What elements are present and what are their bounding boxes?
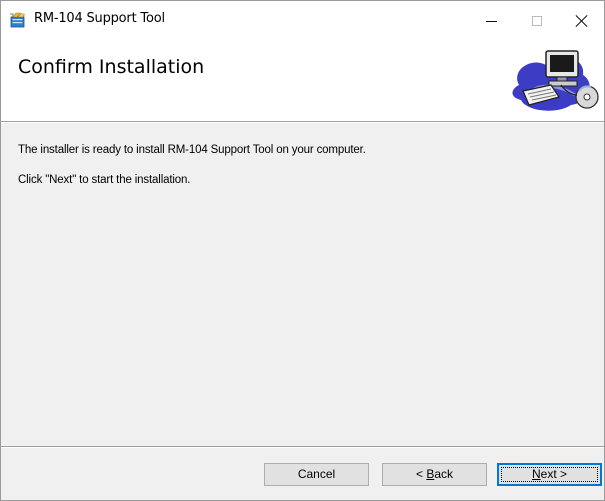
- back-button[interactable]: < Back: [382, 463, 487, 486]
- page-title: Confirm Installation: [18, 56, 205, 78]
- header-banner: Confirm Installation: [1, 41, 604, 121]
- installer-window: RM-104 Support Tool Confirm Installation: [0, 0, 605, 501]
- banner-divider-highlight: [1, 122, 604, 123]
- next-button[interactable]: Next >: [497, 463, 602, 486]
- maximize-icon: [531, 16, 542, 26]
- instruction-message: Click "Next" to start the installation.: [18, 174, 191, 186]
- footer-divider-highlight: [1, 447, 604, 448]
- minimize-icon: [486, 20, 497, 22]
- close-button[interactable]: [559, 1, 604, 41]
- computer-with-cd-icon: [512, 50, 599, 111]
- close-icon: [575, 14, 589, 28]
- maximize-button[interactable]: [514, 1, 559, 41]
- back-button-label: ack: [434, 467, 454, 481]
- installer-box-icon: [10, 12, 25, 28]
- cancel-button-label: Cancel: [297, 467, 336, 481]
- back-button-prefix: <: [415, 467, 427, 481]
- cancel-button[interactable]: Cancel: [264, 463, 369, 486]
- title-bar[interactable]: RM-104 Support Tool: [1, 1, 604, 41]
- window-title: RM-104 Support Tool: [34, 11, 165, 26]
- focus-rectangle: [501, 467, 598, 482]
- ready-message: The installer is ready to install RM-104…: [18, 144, 366, 156]
- minimize-button[interactable]: [469, 1, 514, 41]
